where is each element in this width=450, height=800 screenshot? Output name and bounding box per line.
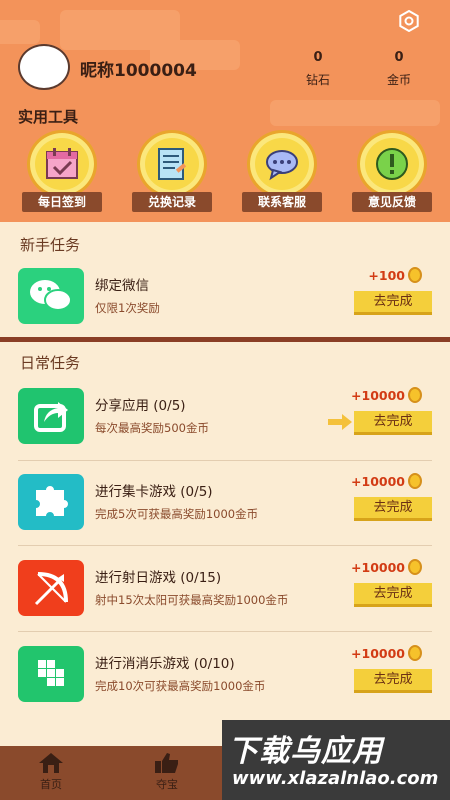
- puzzle-icon: [18, 474, 84, 530]
- settings-gear-icon[interactable]: [398, 9, 420, 33]
- task-sun-shooting-game: 进行射日游戏 (0/15) 射中15次太阳可获最高奖励1000金币 +10000…: [0, 546, 450, 632]
- watermark: 下载乌应用 www.xlazalnlao.com: [222, 720, 450, 800]
- go-complete-button[interactable]: 去完成: [354, 497, 432, 521]
- gold-coin-icon: [408, 267, 422, 283]
- pointer-arrow-icon: [328, 414, 352, 430]
- task-reward: +10000: [351, 473, 422, 489]
- tool-label: 每日签到: [22, 192, 102, 212]
- newbie-section-title: 新手任务: [20, 236, 81, 254]
- task-reward: +10000: [351, 559, 422, 575]
- tool-coin-frame: [357, 130, 427, 198]
- task-name: 分享应用 (0/5): [95, 398, 186, 414]
- share-icon: [18, 388, 84, 444]
- reward-amount: +10000: [351, 387, 405, 403]
- home-icon: [39, 753, 63, 773]
- diamond-label: 钻石: [305, 73, 330, 87]
- watermark-url: www.xlazalnlao.com: [232, 768, 439, 789]
- task-desc: 射中15次太阳可获最高奖励1000金币: [95, 593, 289, 607]
- task-name: 进行集卡游戏 (0/5): [95, 484, 213, 500]
- tools-title: 实用工具: [18, 108, 79, 126]
- watermark-title: 下载乌应用: [228, 734, 383, 769]
- task-desc: 完成10次可获最高奖励1000金币: [95, 679, 266, 693]
- task-name: 进行射日游戏 (0/15): [95, 570, 222, 586]
- task-card-game: 进行集卡游戏 (0/5) 完成5次可获最高奖励1000金币 +10000 去完成: [0, 460, 450, 546]
- nav-label: 首页: [40, 778, 62, 791]
- avatar[interactable]: [18, 44, 70, 90]
- go-complete-button[interactable]: 去完成: [354, 411, 432, 435]
- gold-coin-icon: [408, 645, 422, 661]
- gold-coin-icon: [408, 473, 422, 489]
- tool-coin-frame: [27, 130, 97, 198]
- tool-contact-support[interactable]: 联系客服: [232, 130, 332, 214]
- reward-amount: +100: [368, 267, 405, 283]
- go-complete-button[interactable]: 去完成: [354, 583, 432, 607]
- task-desc: 每次最高奖励500金币: [95, 421, 209, 435]
- task-reward: +100: [368, 267, 422, 283]
- task-match-game: 进行消消乐游戏 (0/10) 完成10次可获最高奖励1000金币 +10000 …: [0, 632, 450, 718]
- tool-label: 联系客服: [242, 192, 322, 212]
- profile-header: 昵称1000004 0 钻石 0 金币 实用工具 每日签到 兑换记录 联系客服 …: [0, 0, 450, 222]
- wechat-icon: [18, 268, 84, 324]
- nav-treasure[interactable]: 夺宝: [137, 752, 197, 792]
- blocks-icon: [18, 646, 84, 702]
- reward-amount: +10000: [351, 645, 405, 661]
- coin-stat[interactable]: 0 金币: [369, 50, 429, 88]
- exclamation-icon: [376, 148, 408, 180]
- task-desc: 完成5次可获最高奖励1000金币: [95, 507, 259, 521]
- task-bind-wechat: 绑定微信 仅限1次奖励 +100 去完成: [0, 254, 450, 340]
- daily-section-title: 日常任务: [20, 354, 81, 372]
- reward-amount: +10000: [351, 473, 405, 489]
- nav-home[interactable]: 首页: [21, 752, 81, 792]
- go-complete-button[interactable]: 去完成: [354, 669, 432, 693]
- task-name: 绑定微信: [95, 278, 149, 294]
- go-complete-button[interactable]: 去完成: [354, 291, 432, 315]
- nav-label: 夺宝: [156, 778, 178, 791]
- tool-coin-frame: [247, 130, 317, 198]
- diamond-count: 0: [313, 50, 323, 65]
- tool-coin-frame: [137, 130, 207, 198]
- thumbs-up-icon: [155, 753, 178, 773]
- task-reward: +10000: [351, 387, 422, 403]
- receipt-icon: [158, 148, 187, 180]
- task-desc: 仅限1次奖励: [95, 301, 160, 315]
- calendar-check-icon: [46, 148, 78, 179]
- task-reward: +10000: [351, 645, 422, 661]
- task-share-app: 分享应用 (0/5) 每次最高奖励500金币 +10000 去完成: [0, 374, 450, 460]
- chat-bubble-icon: [266, 150, 298, 181]
- tool-label: 意见反馈: [352, 192, 432, 212]
- bow-icon: [18, 560, 84, 616]
- nickname: 昵称1000004: [80, 61, 197, 81]
- coin-label: 金币: [386, 73, 411, 87]
- diamond-stat[interactable]: 0 钻石: [288, 50, 348, 88]
- reward-amount: +10000: [351, 559, 405, 575]
- tool-label: 兑换记录: [132, 192, 212, 212]
- tool-daily-checkin[interactable]: 每日签到: [12, 130, 112, 214]
- section-divider: [0, 337, 450, 342]
- gold-coin-icon: [408, 387, 422, 403]
- cloud-decoration: [270, 100, 440, 126]
- tool-feedback[interactable]: 意见反馈: [342, 130, 442, 214]
- cloud-decoration: [0, 20, 40, 44]
- gold-coin-icon: [408, 559, 422, 575]
- task-name: 进行消消乐游戏 (0/10): [95, 656, 235, 672]
- coin-count: 0: [394, 50, 404, 65]
- tool-exchange-records[interactable]: 兑换记录: [122, 130, 222, 214]
